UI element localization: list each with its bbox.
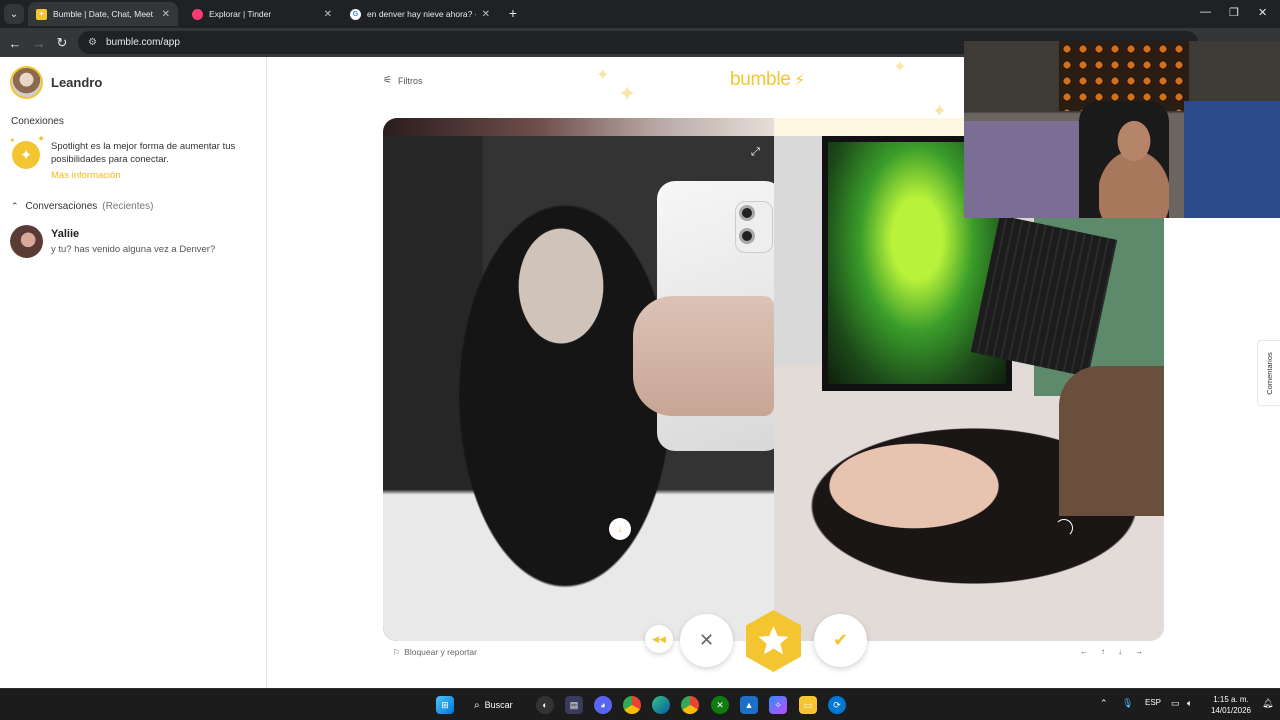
chevron-up-icon: ⌃ [11,201,19,211]
chrome-icon[interactable] [681,696,699,714]
reload-icon[interactable]: ↻ [53,34,71,52]
google-icon: G [350,8,361,20]
comments-label: Comentarios [1264,351,1274,395]
arrow-down-icon[interactable]: ↓ [609,518,631,540]
chevron-up-icon[interactable]: ⌃ [1100,698,1108,709]
close-icon[interactable]: ✕ [482,9,490,20]
conversation-item[interactable]: Yaliie y tu? has venido alguna vez a Den… [10,224,260,258]
back-icon[interactable]: ← [6,34,24,52]
comments-tab[interactable]: Comentarios [1257,340,1280,406]
profile-name: Leandro [51,75,103,90]
check-icon: ✔ [832,630,849,650]
bumble-icon: ✦ [36,8,47,20]
browser-tab-bar: ⌄ ✦ Bumble | Date, Chat, Meet New ✕ Expl… [0,0,1280,28]
network-icon[interactable]: ▭ [1171,698,1180,709]
loading-icon [1055,519,1073,537]
app-icon[interactable]: ▤ [565,696,583,714]
profile-header[interactable]: Leandro [10,66,102,99]
chrome-icon[interactable] [623,696,641,714]
discord-icon[interactable]: ◕ [594,696,612,714]
volume-icon[interactable]: 🔈︎ [1187,698,1192,709]
windows-taskbar: ⊞ ⌕ Buscar ◐ ▤ ◕ ✕ ▲ ✧ ▭ ⟳ ⌃ 🎙︎ ESP ▭ 🔈︎… [0,688,1280,720]
superswipe-button[interactable] [742,609,805,673]
profile-photo-1 [383,136,783,641]
close-icon[interactable]: ✕ [162,9,170,20]
conversation-name: Yaliie [51,228,80,240]
language-indicator[interactable]: ESP [1145,698,1161,707]
hand-in-photo [633,296,774,416]
tab-title: en denver hay nieve ahora? - B [367,9,476,19]
photo-strip [383,118,774,136]
connections-heading: Conexiones [11,116,64,127]
arrow-left-icon: ← [1080,647,1088,656]
clock[interactable]: 1:15 a. m. 14/01/2026 [1203,694,1259,716]
app-icon[interactable]: ⟳ [828,696,846,714]
flag-icon: ⚐ [393,647,401,657]
search-label: Buscar [484,700,513,710]
rewind-button[interactable]: ◀◀ [645,625,673,653]
block-report-link[interactable]: ⚐ Bloquear y reportar [393,647,477,657]
star-icon [746,610,801,672]
clock-time: 1:15 a. m. [1213,695,1249,704]
search-icon: ⌕ [474,699,480,711]
xbox-icon[interactable]: ✕ [711,696,729,714]
expand-icon[interactable]: ⤢ [751,146,760,159]
bolt-icon: ⚡︎ [790,72,805,89]
conversations-heading: Conversaciones [25,201,98,212]
tab-title: Explorar | Tinder [209,9,272,19]
close-icon: ✕ [698,630,715,650]
notification-icon[interactable]: 🔔︎ [1262,698,1273,709]
site-info-icon[interactable]: ⚙ [88,37,97,48]
sidebar: Leandro Conexiones ✦ ✦ ✦ Spotlight es la… [0,57,267,688]
minimize-icon[interactable]: — [1200,6,1211,18]
tinder-icon [192,8,203,20]
rewind-icon: ◀◀ [652,633,666,644]
avatar[interactable] [10,66,43,99]
tab-tinder[interactable]: Explorar | Tinder ✕ [184,2,340,26]
like-button[interactable]: ✔ [814,614,867,667]
folder-icon[interactable]: ▭ [799,696,817,714]
sparkle-decoration: ✦ [893,59,907,76]
clock-date: 14/01/2026 [1210,706,1252,715]
filters-label: Filtros [397,75,423,86]
arrow-right-icon: → [1135,647,1143,656]
keyboard-shortcut-hints: ← ↑ ↓ → [1080,647,1143,656]
taskbar-search[interactable]: ⌕ Buscar [466,694,526,716]
webcam-overlay [964,41,1280,218]
arrow-down-icon: ↓ [1118,647,1122,656]
sparkle-decoration: ✦ [596,67,610,84]
bumble-logo[interactable]: bumble ⚡︎ [730,69,805,91]
pass-button[interactable]: ✕ [680,614,733,667]
filters-button[interactable]: ⚟ Filtros [383,75,422,86]
restore-icon[interactable]: ❐ [1229,6,1239,19]
url-text: bumble.com/app [105,37,180,48]
close-window-icon[interactable]: ✕ [1258,6,1267,19]
sliders-icon: ⚟ [383,75,392,86]
forward-icon[interactable]: → [30,34,48,52]
tab-google[interactable]: G en denver hay nieve ahora? - B ✕ [342,2,498,26]
conversation-last-message: y tu? has venido alguna vez a Denver? [51,244,216,255]
conversations-filter: (Recientes) [102,201,154,212]
tab-title: Bumble | Date, Chat, Meet New [53,9,156,19]
spotlight-icon: ✦ ✦ ✦ [9,134,45,170]
conversations-toggle[interactable]: ⌃ Conversaciones (Recientes) [11,201,153,212]
tab-search-button[interactable]: ⌄ [4,4,24,24]
spotlight-more-link[interactable]: Más información [51,170,121,181]
photos-icon[interactable]: ▲ [740,696,758,714]
close-icon[interactable]: ✕ [324,9,332,20]
windows-start-icon[interactable]: ⊞ [436,696,454,714]
copilot-app-icon[interactable]: ✧ [769,696,787,714]
arrow-up-icon: ↑ [1101,647,1105,656]
sparkle-decoration: ✦ [618,81,637,106]
tab-bumble[interactable]: ✦ Bumble | Date, Chat, Meet New ✕ [28,2,178,26]
logo-text: bumble [730,69,791,90]
edge-icon[interactable] [652,696,670,714]
new-tab-button[interactable]: + [504,4,522,22]
avatar [10,225,43,258]
spotlight-text: Spotlight es la mejor forma de aumentar … [51,141,236,165]
microphone-icon[interactable]: 🎙︎ [1122,698,1133,709]
copilot-icon[interactable]: ◐ [536,696,554,714]
block-report-label: Bloquear y reportar [404,647,477,657]
